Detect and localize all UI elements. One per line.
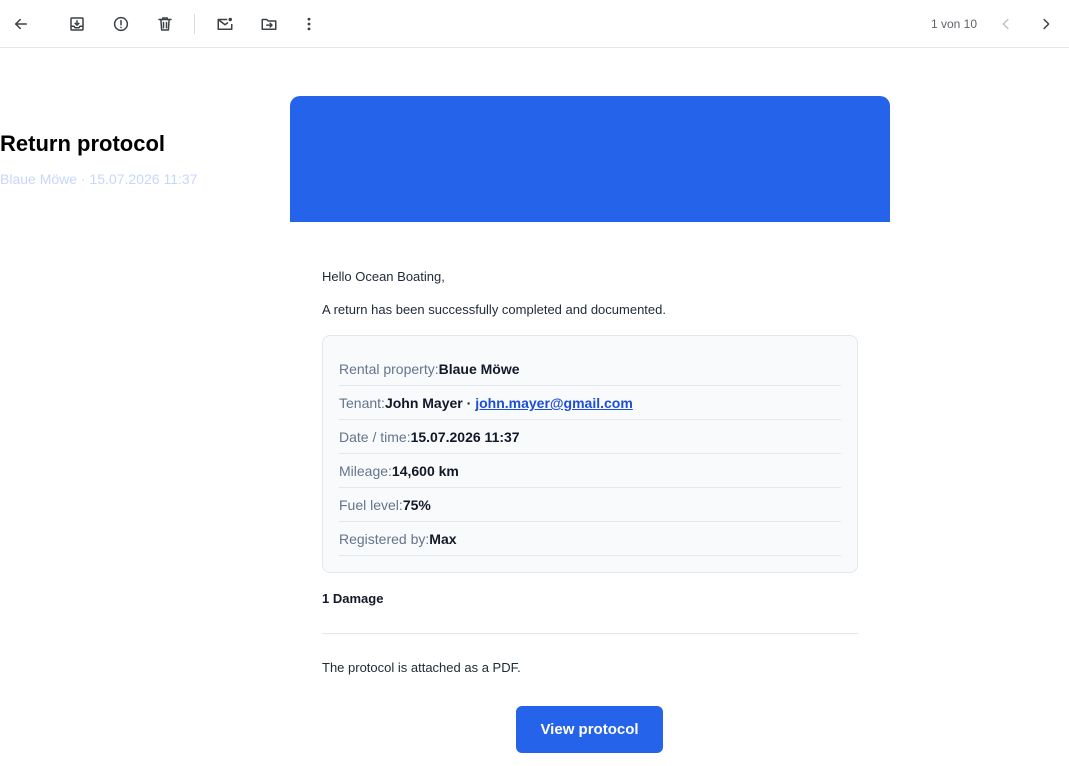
view-protocol-button[interactable]: View protocol [516, 706, 663, 753]
detail-label: Rental property: [339, 361, 439, 377]
tenant-email-link[interactable]: john.mayer@gmail.com [475, 395, 633, 411]
detail-row-mileage: Mileage:14,600 km [339, 454, 841, 488]
attachment-note: The protocol is attached as a PDF. [322, 660, 521, 675]
email-subtitle: Blaue Möwe · 15.07.2026 11:37 [0, 171, 198, 187]
detail-value: Blaue Möwe [438, 361, 520, 377]
pager-count: 1 von 10 [930, 17, 978, 31]
chevron-right-icon[interactable] [1034, 12, 1058, 36]
detail-separator: · [462, 395, 476, 411]
detail-value: 15.07.2026 11:37 [410, 429, 520, 445]
mark-unread-icon[interactable] [213, 12, 237, 36]
greeting: Hello Ocean Boating, [322, 269, 445, 284]
email-toolbar: 1 von 10 [0, 0, 1069, 48]
more-vert-icon[interactable] [297, 12, 321, 36]
report-spam-icon[interactable] [109, 12, 133, 36]
detail-value: Max [429, 531, 457, 547]
detail-row-tenant: Tenant:John Mayer · john.mayer@gmail.com [339, 386, 841, 420]
toolbar-separator [194, 14, 195, 34]
detail-label: Date / time: [339, 429, 411, 445]
detail-value: 14,600 km [391, 463, 459, 479]
email-title: Return protocol [0, 131, 165, 156]
intro-text: A return has been successfully completed… [322, 302, 666, 317]
detail-label: Fuel level: [339, 497, 403, 513]
detail-row-registered: Registered by:Max [339, 522, 841, 556]
details-box: Rental property:Blaue Möwe Tenant:John M… [322, 335, 858, 573]
detail-value: John Mayer [384, 395, 463, 411]
detail-row-rental: Rental property:Blaue Möwe [339, 352, 841, 386]
detail-label: Registered by: [339, 531, 430, 547]
archive-icon[interactable] [65, 12, 89, 36]
move-to-icon[interactable] [257, 12, 281, 36]
divider [322, 633, 858, 634]
damage-heading: 1 Damage [322, 591, 384, 606]
detail-value: 75% [402, 497, 431, 513]
detail-row-fuel: Fuel level:75% [339, 488, 841, 522]
detail-label: Mileage: [339, 463, 392, 479]
delete-icon[interactable] [153, 12, 177, 36]
chevron-left-icon[interactable] [994, 12, 1018, 36]
detail-row-datetime: Date / time:15.07.2026 11:37 [339, 420, 841, 454]
back-arrow-icon[interactable] [9, 12, 33, 36]
detail-label: Tenant: [339, 395, 385, 411]
email-header-banner [290, 96, 890, 222]
